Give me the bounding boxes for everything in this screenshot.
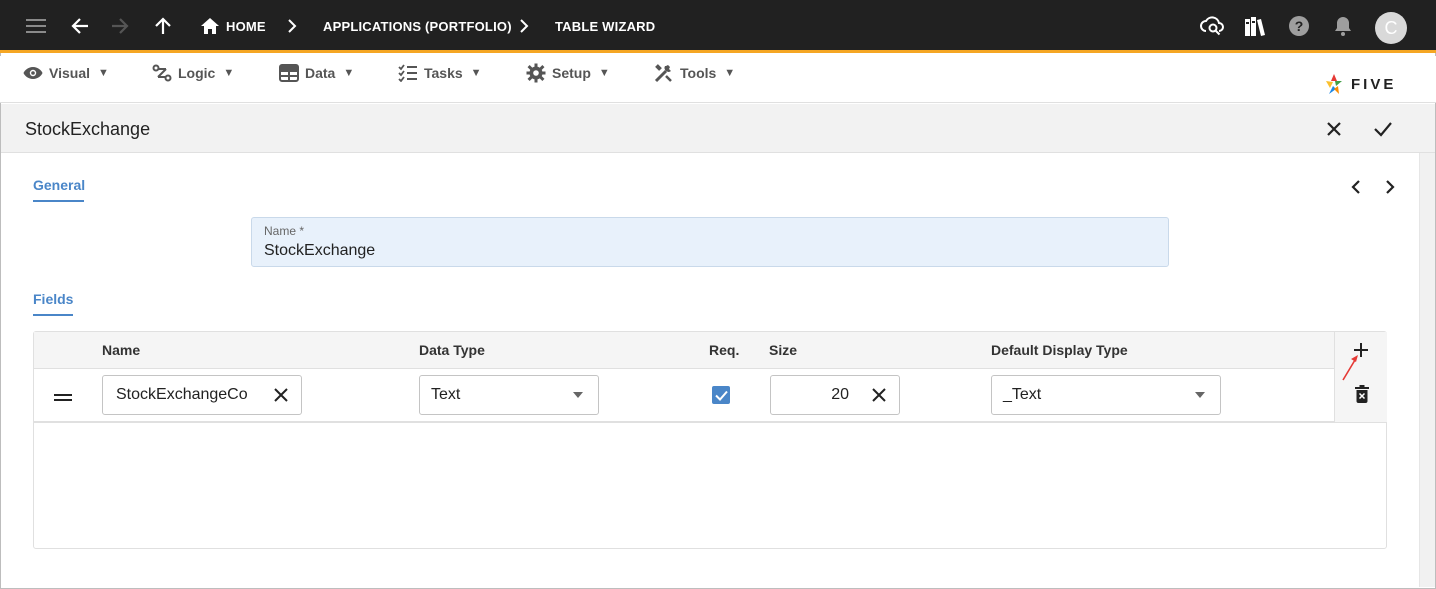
fields-grid: Name Data Type Req. Size Default Display… bbox=[33, 331, 1387, 549]
flow-icon bbox=[152, 64, 172, 82]
table-row: StockExchangeCo Text 20 _Text bbox=[34, 369, 1334, 422]
field-name-value: StockExchangeCo bbox=[116, 386, 248, 403]
checklist-icon bbox=[398, 64, 417, 82]
gear-icon bbox=[526, 63, 546, 83]
page-title: StockExchange bbox=[25, 119, 151, 139]
tab-general-label: General bbox=[33, 177, 86, 193]
five-logo: FIVE bbox=[1323, 72, 1396, 96]
cancel-button[interactable] bbox=[1321, 116, 1347, 142]
column-header-data-type: Data Type bbox=[419, 342, 485, 358]
column-header-name: Name bbox=[102, 342, 141, 358]
size-value: 20 bbox=[831, 386, 849, 403]
tab-general[interactable]: General bbox=[33, 177, 86, 202]
caret-down-icon: ▼ bbox=[724, 67, 736, 79]
grid-row-divider bbox=[34, 422, 1387, 423]
chevron-right-icon bbox=[1386, 180, 1395, 194]
dropdown-arrow-icon bbox=[558, 392, 598, 398]
column-header-display-type: Default Display Type bbox=[991, 342, 1128, 358]
grid-header: Name Data Type Req. Size Default Display… bbox=[34, 332, 1334, 369]
help-icon[interactable]: ? bbox=[1285, 12, 1313, 40]
chevron-right-icon bbox=[518, 18, 530, 39]
svg-text:?: ? bbox=[1295, 18, 1304, 34]
check-icon bbox=[1374, 122, 1392, 137]
menu-icon[interactable] bbox=[22, 12, 50, 40]
tools-icon bbox=[654, 64, 672, 83]
name-field-label: Name * bbox=[264, 224, 305, 238]
caret-down-icon: ▼ bbox=[343, 67, 355, 79]
menu-data[interactable]: Data ▼ bbox=[279, 63, 354, 83]
required-checkbox[interactable] bbox=[712, 386, 730, 404]
menu-setup-label: Setup bbox=[552, 65, 591, 81]
close-icon bbox=[1327, 122, 1341, 136]
vertical-scrollbar[interactable] bbox=[1419, 153, 1435, 587]
chevron-left-icon bbox=[1351, 180, 1360, 194]
menu-tasks-label: Tasks bbox=[424, 65, 463, 81]
previous-button[interactable] bbox=[1345, 176, 1367, 198]
logo-text: FIVE bbox=[1351, 75, 1397, 93]
tab-fields[interactable]: Fields bbox=[33, 291, 74, 316]
tab-fields-label: Fields bbox=[33, 291, 74, 307]
tab-underline bbox=[33, 200, 84, 202]
breadcrumb-home[interactable]: HOME bbox=[226, 0, 266, 53]
menu-visual-label: Visual bbox=[49, 65, 90, 81]
caret-down-icon: ▼ bbox=[98, 67, 109, 79]
save-button[interactable] bbox=[1370, 116, 1396, 142]
form-content: General Name * StockExchange Fields Name… bbox=[1, 153, 1419, 587]
check-icon bbox=[714, 390, 728, 401]
clear-icon[interactable] bbox=[261, 388, 301, 402]
display-type-value: _Text bbox=[1003, 386, 1042, 403]
cloud-search-icon[interactable] bbox=[1198, 12, 1226, 40]
forward-arrow-icon[interactable] bbox=[106, 12, 134, 40]
back-arrow-icon[interactable] bbox=[66, 12, 94, 40]
tab-underline bbox=[33, 314, 73, 316]
size-input[interactable]: 20 bbox=[770, 375, 900, 415]
menu-data-label: Data bbox=[305, 65, 336, 81]
next-button[interactable] bbox=[1379, 176, 1401, 198]
home-icon[interactable] bbox=[196, 12, 224, 40]
menu-logic[interactable]: Logic ▼ bbox=[152, 63, 234, 83]
bell-icon[interactable] bbox=[1329, 12, 1357, 40]
form-title-bar: StockExchange bbox=[1, 104, 1435, 153]
column-header-size: Size bbox=[769, 342, 798, 358]
avatar[interactable]: C bbox=[1375, 12, 1407, 44]
column-header-required: Req. bbox=[709, 342, 740, 358]
up-arrow-icon[interactable] bbox=[149, 12, 177, 40]
eye-icon bbox=[23, 67, 43, 79]
drag-handle-icon[interactable] bbox=[54, 389, 72, 407]
name-field-value: StockExchange bbox=[264, 242, 376, 259]
caret-down-icon: ▼ bbox=[470, 67, 482, 79]
dropdown-arrow-icon bbox=[1180, 392, 1220, 398]
data-type-select[interactable]: Text bbox=[419, 375, 599, 415]
chevron-right-icon bbox=[286, 18, 298, 39]
table-icon bbox=[279, 64, 299, 82]
data-type-value: Text bbox=[431, 386, 461, 403]
display-type-select[interactable]: _Text bbox=[991, 375, 1221, 415]
top-bar: HOME APPLICATIONS (PORTFOLIO) TABLE WIZA… bbox=[0, 0, 1436, 53]
breadcrumb-table-wizard[interactable]: TABLE WIZARD bbox=[555, 0, 655, 53]
field-name-input[interactable]: StockExchangeCo bbox=[102, 375, 302, 415]
delete-row-button[interactable] bbox=[1355, 385, 1369, 408]
trash-icon bbox=[1355, 385, 1369, 403]
menu-tools-label: Tools bbox=[680, 65, 717, 81]
caret-down-icon: ▼ bbox=[223, 67, 235, 79]
clear-icon[interactable] bbox=[859, 388, 899, 402]
name-field[interactable]: Name * StockExchange bbox=[251, 217, 1169, 267]
menu-logic-label: Logic bbox=[178, 65, 216, 81]
pointer-arrow-icon bbox=[1340, 350, 1362, 387]
menu-setup[interactable]: Setup ▼ bbox=[526, 63, 610, 83]
library-icon[interactable] bbox=[1241, 12, 1269, 40]
menu-tools[interactable]: Tools ▼ bbox=[654, 63, 735, 83]
menu-tasks[interactable]: Tasks ▼ bbox=[398, 63, 482, 83]
menu-visual[interactable]: Visual ▼ bbox=[23, 63, 109, 83]
breadcrumb-applications[interactable]: APPLICATIONS (PORTFOLIO) bbox=[323, 0, 512, 53]
caret-down-icon: ▼ bbox=[598, 67, 610, 79]
row-actions-column bbox=[1334, 332, 1387, 422]
menu-bar: Visual ▼ Logic ▼ Data ▼ Tasks ▼ Setup ▼ Tools… bbox=[0, 56, 1436, 103]
